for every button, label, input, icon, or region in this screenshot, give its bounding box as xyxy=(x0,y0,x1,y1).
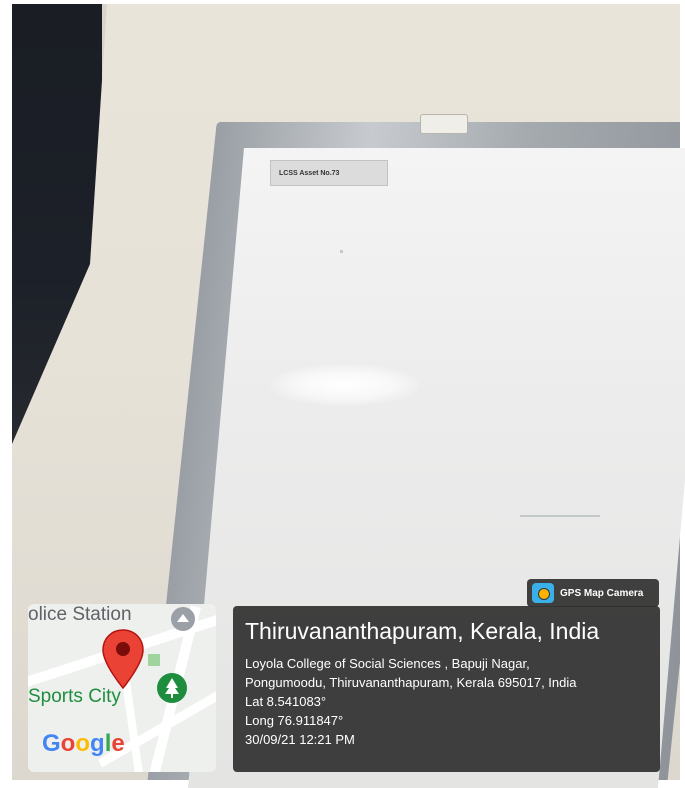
location-pin-icon xyxy=(102,629,144,690)
light-glare xyxy=(270,364,420,406)
google-logo-letter: g xyxy=(90,730,105,757)
park-icon xyxy=(157,673,187,703)
google-logo: Google xyxy=(42,730,125,758)
sports-city-label: Sports City xyxy=(28,686,121,707)
camera-icon xyxy=(532,583,554,603)
asset-sticker: LCSS Asset No.73 xyxy=(270,160,388,186)
board-mark xyxy=(340,250,343,253)
map-park-area xyxy=(148,654,160,666)
badge-label: GPS Map Camera xyxy=(560,587,644,599)
address-line-1: Loyola College of Social Sciences , Bapu… xyxy=(245,656,530,671)
board-mark xyxy=(520,515,600,517)
location-title: Thiruvananthapuram, Kerala, India xyxy=(245,618,600,644)
board-clip xyxy=(420,114,468,134)
map-thumbnail[interactable]: olice Station Sports City Google xyxy=(28,604,216,772)
police-station-icon xyxy=(171,607,195,631)
google-logo-letter: G xyxy=(42,730,61,757)
longitude: Long 76.911847° xyxy=(245,713,344,728)
address-line-2: Pongumoodu, Thiruvananthapuram, Kerala 6… xyxy=(245,675,577,690)
google-logo-letter: e xyxy=(111,730,125,757)
google-logo-letter: o xyxy=(60,730,76,757)
police-station-label: olice Station xyxy=(28,604,132,625)
datetime: 30/09/21 12:21 PM xyxy=(245,732,355,747)
location-info-panel: Thiruvananthapuram, Kerala, India Loyola… xyxy=(233,606,660,772)
latitude: Lat 8.541083° xyxy=(245,694,327,709)
gps-map-camera-badge: GPS Map Camera xyxy=(527,579,659,607)
google-logo-letter: o xyxy=(75,730,91,757)
